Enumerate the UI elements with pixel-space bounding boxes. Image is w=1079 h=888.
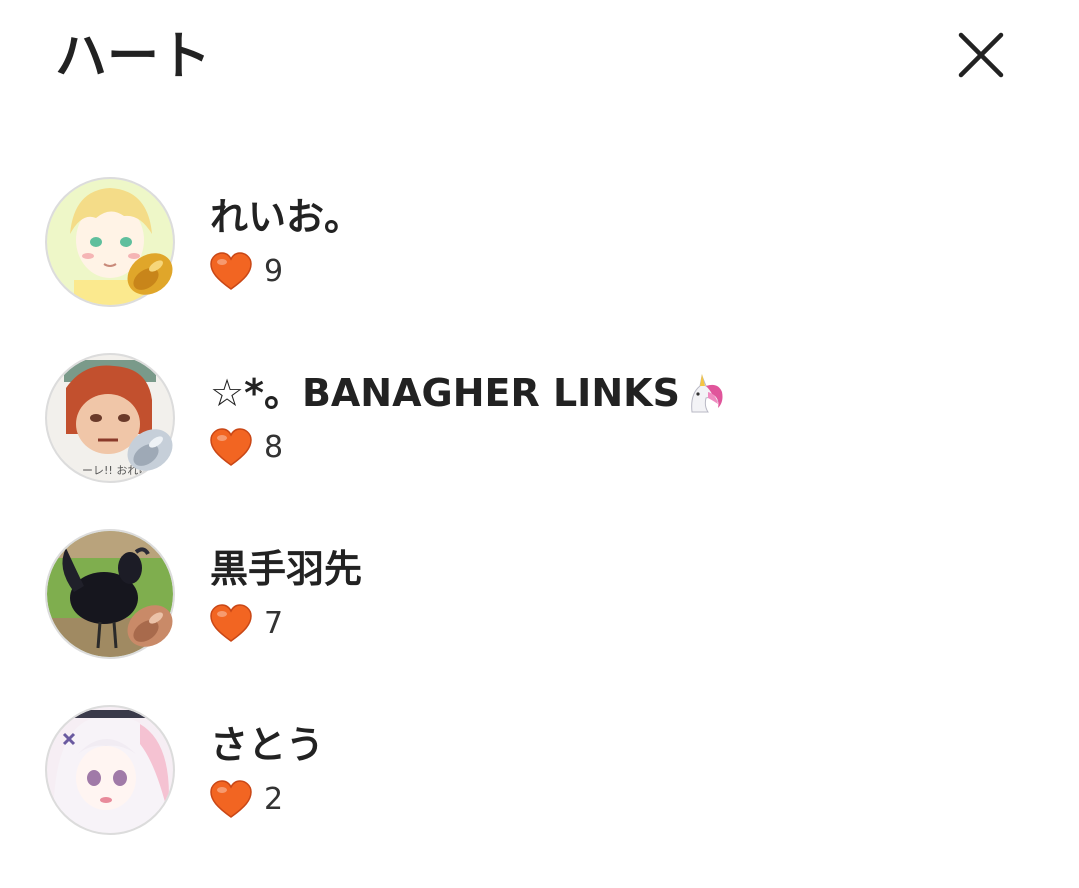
heart-icon xyxy=(210,780,252,818)
heart-count: 2 xyxy=(264,782,284,817)
close-icon xyxy=(958,32,1004,78)
heart-count: 9 xyxy=(264,254,284,289)
avatar[interactable] xyxy=(44,704,176,836)
heart-icon xyxy=(210,604,252,642)
user-name[interactable]: 黒手羽先 xyxy=(210,546,362,592)
list-item[interactable]: れいお。 9 xyxy=(0,176,1079,310)
user-name[interactable]: ☆*。BANAGHER LINKS xyxy=(210,370,726,416)
heart-count: 8 xyxy=(264,430,284,465)
list-item[interactable]: 黒手羽先 7 xyxy=(0,528,1079,662)
avatar[interactable]: ーレ!! おれにち xyxy=(44,352,176,484)
heart-icon xyxy=(210,428,252,466)
avatar[interactable] xyxy=(44,176,176,308)
list-item[interactable]: さとう 2 xyxy=(0,704,1079,838)
unicorn-icon xyxy=(691,374,723,413)
user-name[interactable]: れいお。 xyxy=(210,194,362,240)
list-item[interactable]: ーレ!! おれにち ☆*。BANAGHER LINKS 8 xyxy=(0,352,1079,486)
page-title: ハート xyxy=(55,27,212,87)
user-name-text: ☆*。BANAGHER LINKS xyxy=(210,371,680,415)
close-button[interactable] xyxy=(952,26,1012,86)
user-name[interactable]: さとう xyxy=(210,722,324,768)
heart-count: 7 xyxy=(264,606,284,641)
heart-icon xyxy=(210,252,252,290)
avatar[interactable] xyxy=(44,528,176,660)
